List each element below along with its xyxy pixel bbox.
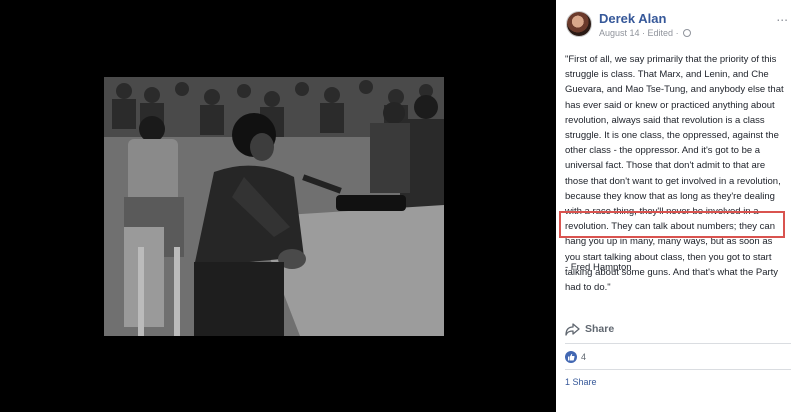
meta-separator-2: · bbox=[675, 28, 682, 38]
post-date[interactable]: August 14 bbox=[599, 28, 640, 38]
divider bbox=[565, 369, 791, 370]
share-label: Share bbox=[585, 323, 615, 335]
author-avatar[interactable] bbox=[566, 11, 592, 37]
post-text-line: has ever said or knew or practiced anyth… bbox=[565, 99, 775, 111]
photo-illustration bbox=[104, 77, 444, 336]
globe-icon bbox=[683, 29, 692, 37]
post-text-line: because they know that as long as they'r… bbox=[565, 190, 775, 202]
quote-attribution: - Fred Hampton bbox=[565, 262, 632, 273]
likes-summary[interactable]: 4 bbox=[565, 350, 586, 364]
post-text-line: had to do." bbox=[565, 282, 611, 294]
post-text-line: struggle is class. That Marx, and Lenin,… bbox=[565, 69, 769, 81]
divider bbox=[565, 343, 791, 344]
post-text: "First of all, we say primarily that the… bbox=[565, 52, 791, 295]
post-text-line: other class - the oppressor. And it's go… bbox=[565, 145, 761, 157]
post-text-line: revolution, always said that revolution … bbox=[565, 114, 765, 126]
post-header: Derek Alan August 14 · Edited · ... bbox=[556, 0, 800, 44]
highlight-box bbox=[559, 211, 785, 238]
post-text-line: "First of all, we say primarily that the… bbox=[565, 54, 777, 65]
post-text-line: universal fact. Those that don't admit t… bbox=[565, 160, 766, 172]
more-options-icon[interactable]: ... bbox=[776, 8, 788, 24]
like-count: 4 bbox=[581, 352, 587, 362]
shares-count[interactable]: 1 Share bbox=[565, 377, 597, 387]
share-icon bbox=[565, 322, 580, 336]
post-photo[interactable] bbox=[104, 77, 444, 336]
author-name[interactable]: Derek Alan bbox=[599, 11, 666, 26]
post-panel: Derek Alan August 14 · Edited · ... "Fir… bbox=[556, 0, 800, 412]
post-text-line: Guevara, and Mao Tse-Tung, and anybody e… bbox=[565, 84, 784, 96]
like-icon bbox=[565, 351, 577, 363]
post-text-line: struggle. It is one class, the oppressed… bbox=[565, 130, 779, 142]
share-button[interactable]: Share bbox=[565, 320, 614, 338]
post-meta: August 14 · Edited · bbox=[599, 28, 692, 38]
post-text-line: those that don't want to get involved in… bbox=[565, 175, 781, 187]
photo-viewer bbox=[0, 0, 556, 412]
edited-label[interactable]: Edited bbox=[648, 28, 674, 38]
